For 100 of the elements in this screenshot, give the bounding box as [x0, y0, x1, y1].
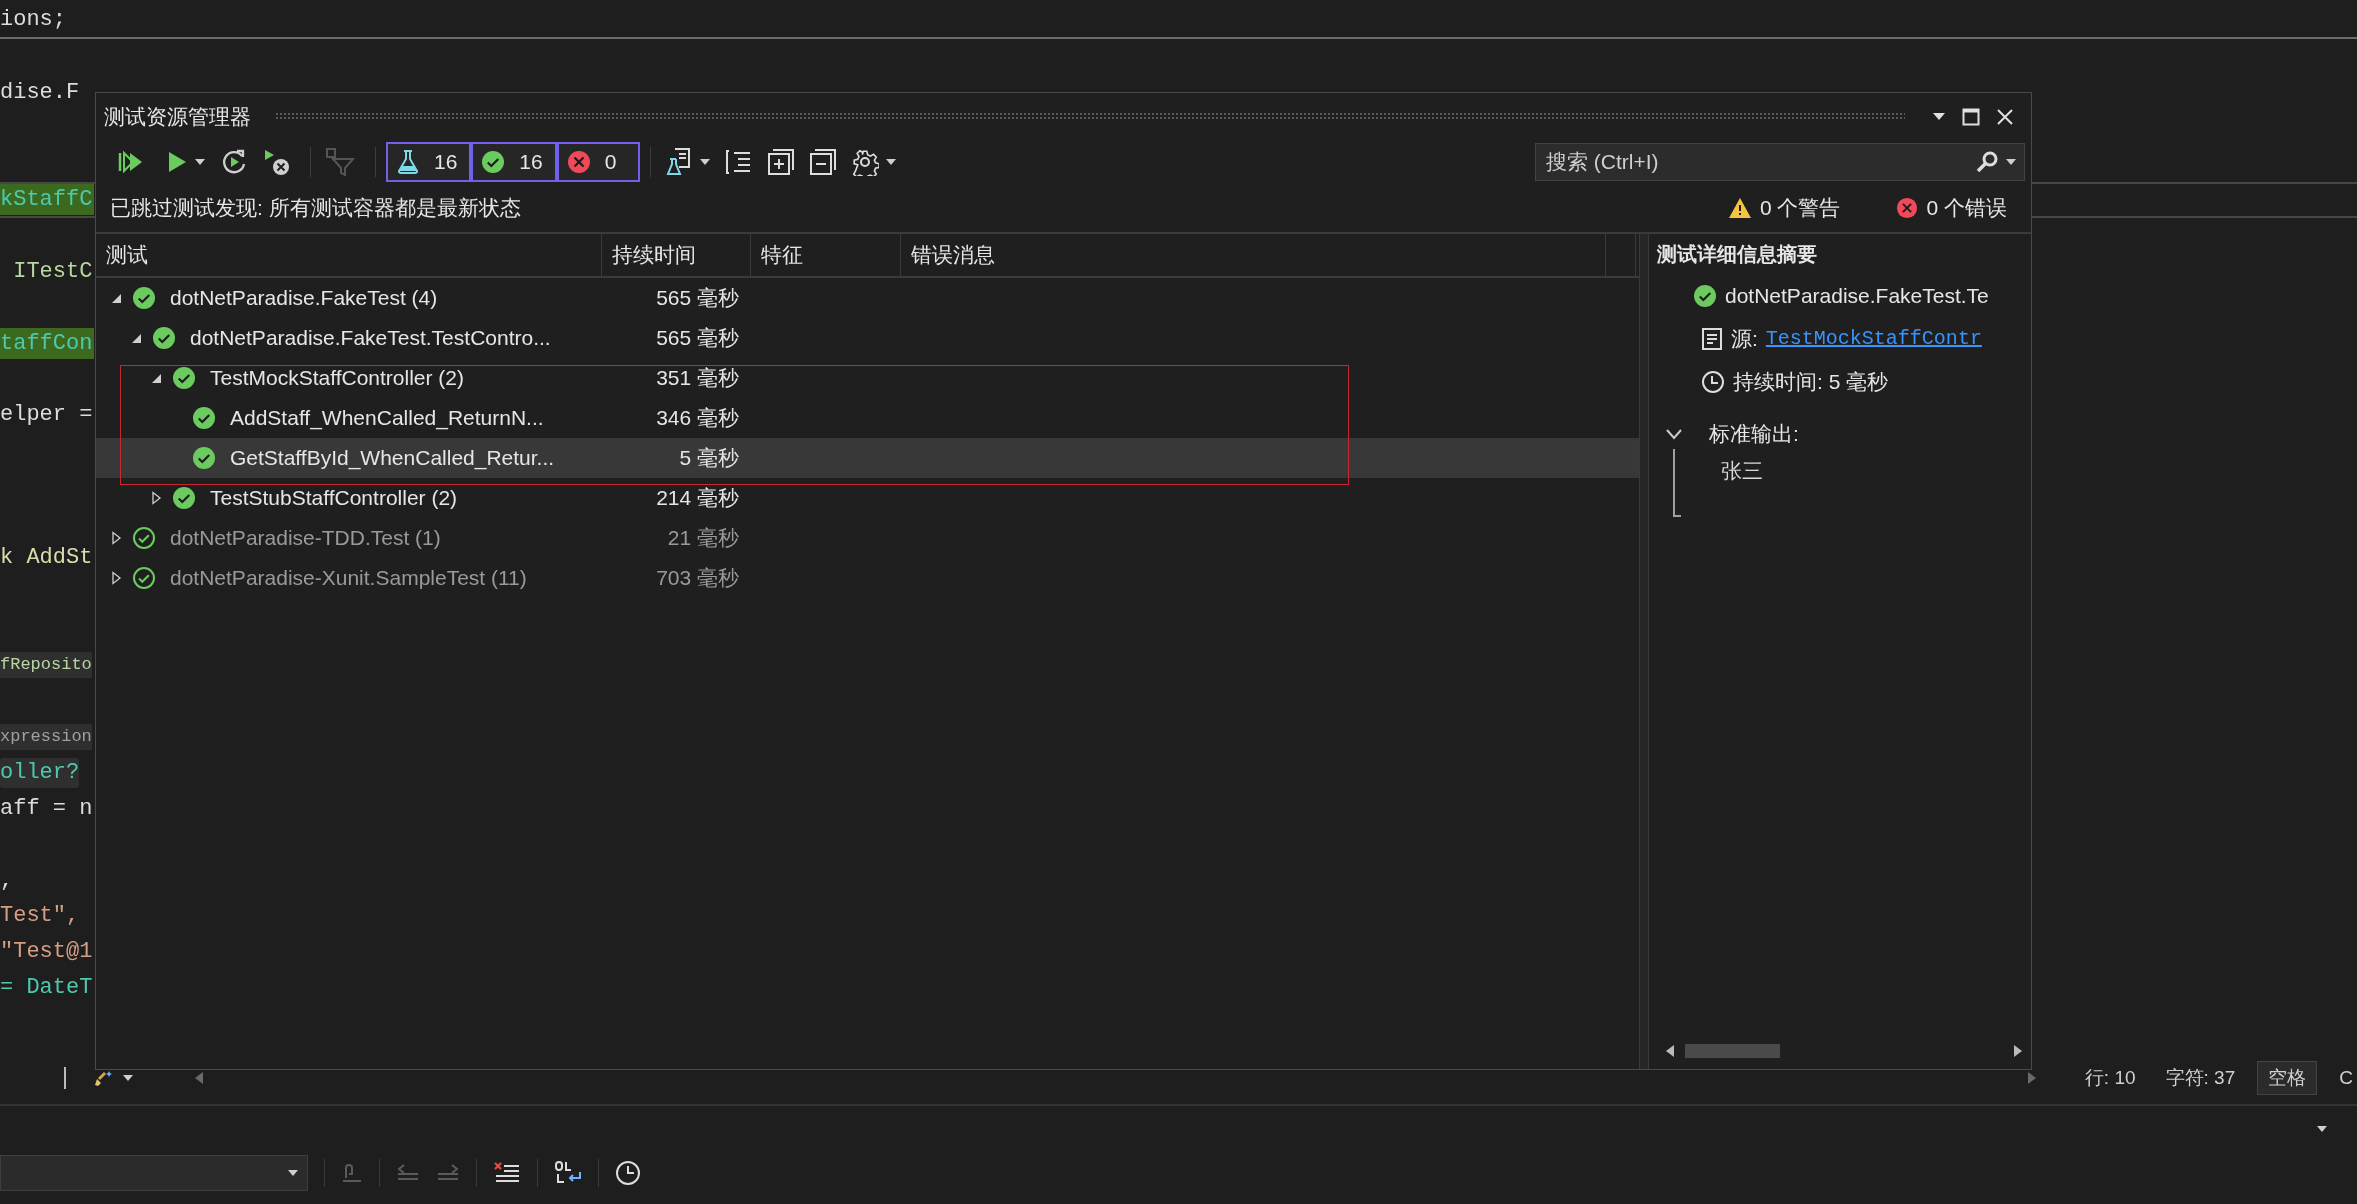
duration-text: 565 毫秒 [656, 286, 739, 309]
settings-icon [850, 148, 879, 176]
run-all-icon [118, 150, 144, 174]
indent-mode[interactable]: 空格 [2257, 1061, 2318, 1095]
window-title: 测试资源管理器 [104, 103, 251, 130]
clock-icon [1701, 369, 1725, 394]
column-header[interactable]: 持续时间 [602, 234, 751, 276]
test-row[interactable]: dotNetParadise.FakeTest.TestContro... 565 毫秒 [96, 318, 1639, 358]
passed-icon [132, 566, 156, 590]
output-text: 张三 [1721, 458, 1763, 484]
code-text: Test", [0, 903, 80, 929]
passed-icon [152, 326, 176, 350]
duration-text: 703 毫秒 [656, 566, 739, 589]
duration-text: 346 毫秒 [656, 406, 739, 429]
duration-text: 21 毫秒 [667, 526, 739, 549]
code-text: ITestC [12, 258, 93, 284]
test-row[interactable]: dotNetParadise-Xunit.SampleTest (11) 703 毫秒 [96, 558, 1639, 598]
passed-icon [172, 366, 196, 390]
count-filter-button[interactable]: 0 [556, 142, 640, 182]
hierarchy-icon [724, 148, 753, 176]
output-label: 标准输出: [1709, 421, 1799, 447]
passed-icon [1693, 283, 1717, 308]
test-name: TestMockStaffController (2) [210, 366, 465, 390]
details-duration: 持续时间: 5 毫秒 [1733, 368, 1889, 395]
code-text: dise.F [0, 80, 80, 105]
code-text: "Test@1 [0, 939, 93, 965]
word-wrap-icon[interactable] [554, 1160, 582, 1186]
caret-icon[interactable] [194, 158, 206, 166]
details-title: 测试详细信息摘要 [1657, 241, 1818, 267]
document-icon [1701, 326, 1723, 351]
failed-icon [566, 150, 591, 174]
run-icon [166, 150, 188, 174]
column-header[interactable]: 测试 [96, 234, 602, 276]
test-row[interactable]: GetStaffById_WhenCalled_Retur... 5 毫秒 [96, 438, 1639, 478]
test-name: dotNetParadise.FakeTest.TestContro... [190, 326, 551, 350]
collapsed-arrow-icon[interactable] [149, 491, 163, 505]
duration-text: 214 毫秒 [656, 486, 739, 509]
scroll-left-icon[interactable] [1665, 1044, 1675, 1058]
line-ending[interactable]: C [2339, 1067, 2353, 1089]
brush-icon[interactable] [94, 1069, 114, 1087]
scroll-right-icon[interactable] [2013, 1044, 2023, 1058]
source-link[interactable]: TestMockStaffContr [1765, 327, 1982, 350]
test-row[interactable]: dotNetParadise.FakeTest (4) 565 毫秒 [96, 278, 1639, 318]
test-row[interactable]: dotNetParadise-TDD.Test (1) 21 毫秒 [96, 518, 1639, 558]
test-name: AddStaff_WhenCalled_ReturnN... [230, 406, 544, 430]
status-message: 已跳过测试发现: 所有测试容器都是最新状态 [110, 195, 521, 221]
panel-menu-caret-icon[interactable] [2316, 1125, 2328, 1133]
caret-icon[interactable] [698, 158, 711, 166]
passed-icon [192, 406, 216, 430]
count-filter-button[interactable]: 16 [471, 142, 557, 182]
clear-all-icon[interactable] [493, 1161, 521, 1185]
chevron-down-icon[interactable] [1665, 428, 1683, 440]
code-text: , [0, 867, 14, 893]
code-text: = DateT [0, 974, 93, 1000]
duration-text: 351 毫秒 [656, 366, 739, 389]
filter-icon [325, 147, 355, 177]
count-filter-button[interactable]: 16 [386, 142, 472, 182]
find-message-icon[interactable] [341, 1162, 363, 1184]
inline-hint: fReposito [0, 652, 92, 679]
repeat-icon [220, 148, 248, 176]
column-number[interactable]: 字符: 37 [2165, 1065, 2236, 1091]
test-name: dotNetParadise-TDD.Test (1) [170, 526, 441, 550]
test-name: GetStaffById_WhenCalled_Retur... [230, 446, 555, 470]
caret-icon[interactable] [287, 1169, 299, 1177]
code-text: ions; [0, 7, 66, 33]
code-text: k AddSt [0, 545, 93, 571]
caret-icon[interactable] [884, 158, 897, 166]
code-text: elper = [0, 402, 93, 428]
flask-icon [396, 149, 420, 175]
duration-text: 565 毫秒 [656, 326, 739, 349]
inline-hint: oller? [0, 757, 80, 788]
caret-icon[interactable] [122, 1074, 134, 1082]
collapsed-arrow-icon[interactable] [109, 531, 123, 545]
cancel-run-icon [262, 148, 290, 176]
clock-icon[interactable] [615, 1160, 641, 1186]
collapse-all-icon [808, 148, 837, 176]
playlist-icon [664, 147, 693, 177]
collapsed-arrow-icon[interactable] [109, 571, 123, 585]
caret-icon[interactable] [2005, 158, 2017, 166]
caret-icon [1932, 112, 1946, 121]
duration-text: 5 毫秒 [679, 446, 739, 469]
column-header[interactable]: 错误消息 [901, 234, 1606, 276]
search-field[interactable]: 搜索 (Ctrl+I) [1535, 143, 2025, 181]
line-number[interactable]: 行: 10 [2084, 1065, 2136, 1091]
inline-hint: xpression [0, 723, 92, 750]
search-icon[interactable] [1975, 150, 1999, 174]
warning-count[interactable]: 0 个警告 [1759, 194, 1841, 222]
test-row[interactable]: TestMockStaffController (2) 351 毫秒 [96, 358, 1639, 398]
column-header[interactable]: 特征 [751, 234, 901, 276]
error-count[interactable]: 0 个错误 [1926, 194, 2007, 222]
error-icon [1896, 197, 1919, 219]
close-icon [1996, 107, 2014, 126]
code-text: kStaffC [0, 184, 95, 216]
expand-all-icon [766, 148, 795, 176]
scrollbar-thumb[interactable] [1685, 1044, 1780, 1058]
test-row[interactable]: AddStaff_WhenCalled_ReturnN... 346 毫秒 [96, 398, 1639, 438]
passed-icon [172, 486, 196, 510]
test-name: TestStubStaffController (2) [210, 486, 458, 510]
source-label: 源: [1731, 325, 1758, 352]
test-row[interactable]: TestStubStaffController (2) 214 毫秒 [96, 478, 1639, 518]
